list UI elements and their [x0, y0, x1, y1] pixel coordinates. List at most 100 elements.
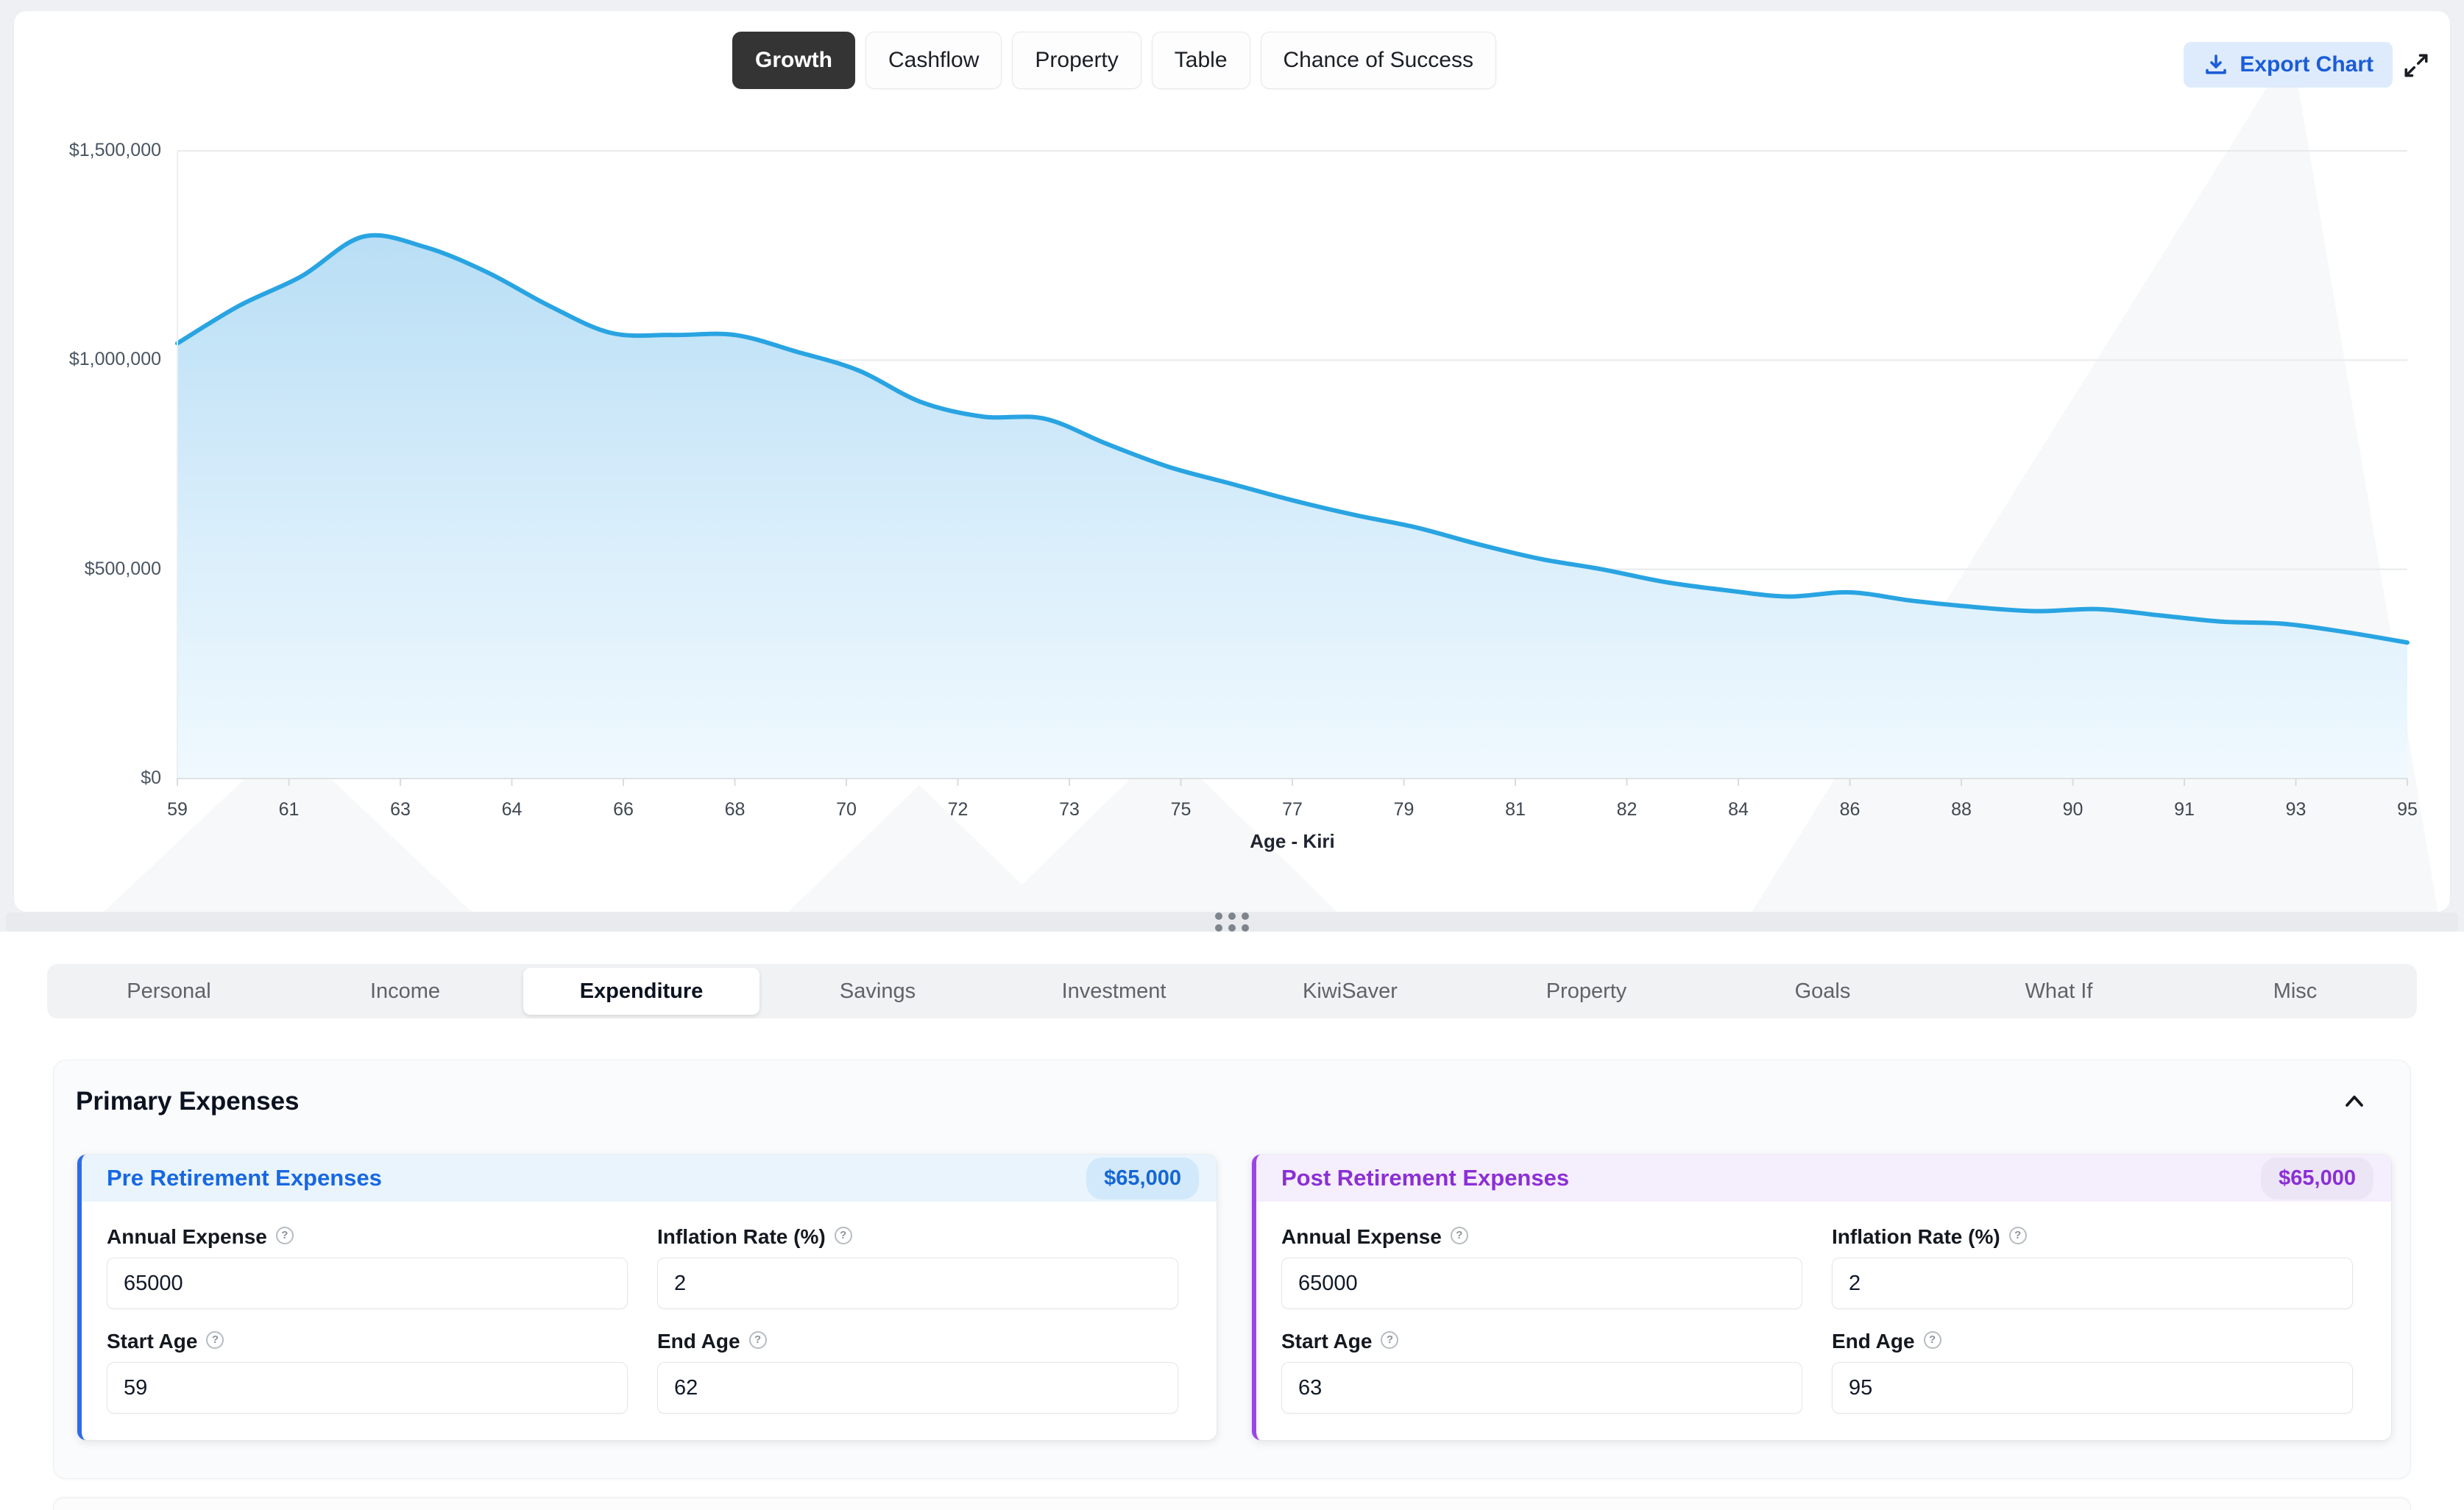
card-header: Post Retirement Expenses $65,000 [1256, 1155, 2391, 1202]
tab-table[interactable]: Table [1152, 32, 1250, 89]
field-inflation-rate: Inflation Rate (%) ? [657, 1225, 1178, 1309]
help-icon: ? [206, 1331, 224, 1349]
field-label: Annual Expense [1281, 1225, 1442, 1249]
annual-expense-input[interactable] [107, 1258, 628, 1309]
x-tick-label: 64 [483, 799, 542, 820]
end-age-input[interactable] [1832, 1362, 2353, 1414]
tab-expenditure[interactable]: Expenditure [523, 968, 760, 1015]
help-icon: ? [1381, 1331, 1398, 1349]
card-title: Post Retirement Expenses [1281, 1165, 1569, 1191]
collapse-section-button[interactable] [2340, 1087, 2369, 1116]
field-start-age: Start Age ? [107, 1330, 628, 1414]
help-icon: ? [1924, 1331, 1941, 1349]
inflation-rate-input[interactable] [657, 1258, 1178, 1309]
pre-retirement-expenses-card: Pre Retirement Expenses $65,000 Annual E… [77, 1155, 1217, 1440]
annual-expense-input[interactable] [1281, 1258, 1802, 1309]
chevron-up-icon [2340, 1087, 2369, 1116]
end-age-input[interactable] [657, 1362, 1178, 1414]
drag-dots-icon [1215, 912, 1249, 932]
post-retirement-expenses-card: Post Retirement Expenses $65,000 Annual … [1252, 1155, 2391, 1440]
x-tick-label: 88 [1932, 799, 1991, 820]
expand-chart-button[interactable] [2400, 49, 2432, 82]
field-label: Inflation Rate (%) [657, 1225, 826, 1249]
x-tick-label: 81 [1486, 799, 1545, 820]
tab-investment[interactable]: Investment [996, 968, 1232, 1015]
x-tick-label: 61 [260, 799, 319, 820]
field-end-age: End Age ? [657, 1330, 1178, 1414]
x-tick-label: 84 [1709, 799, 1768, 820]
help-icon: ? [2009, 1227, 2027, 1244]
x-tick-label: 82 [1598, 799, 1657, 820]
annual-total-badge: $65,000 [2261, 1158, 2373, 1199]
tab-income[interactable]: Income [287, 968, 523, 1015]
y-tick-label: $1,000,000 [14, 349, 161, 370]
y-tick-label: $0 [14, 768, 161, 789]
growth-chart-svg [14, 11, 2451, 912]
x-tick-label: 77 [1263, 799, 1322, 820]
app-root: $0 $500,000 $1,000,000 $1,500,000 59 61 63 64 6… [0, 0, 2464, 1510]
tab-personal[interactable]: Personal [51, 968, 287, 1015]
help-icon: ? [835, 1227, 852, 1244]
x-tick-label: 70 [817, 799, 876, 820]
start-age-input[interactable] [107, 1362, 628, 1414]
help-icon: ? [749, 1331, 767, 1349]
field-label: Annual Expense [107, 1225, 267, 1249]
field-annual-expense: Annual Expense ? [107, 1225, 628, 1309]
help-icon: ? [1451, 1227, 1468, 1244]
field-end-age: End Age ? [1832, 1330, 2353, 1414]
chart-view-tabs: Growth Cashflow Property Table Chance of… [14, 32, 2215, 89]
chart-panel: $0 $500,000 $1,000,000 $1,500,000 59 61 63 64 6… [13, 10, 2451, 912]
x-axis-title: Age - Kiri [177, 830, 2407, 853]
inflation-rate-input[interactable] [1832, 1258, 2353, 1309]
x-tick-label: 90 [2044, 799, 2103, 820]
field-inflation-rate: Inflation Rate (%) ? [1832, 1225, 2353, 1309]
x-tick-label: 91 [2155, 799, 2214, 820]
x-tick-label: 79 [1375, 799, 1434, 820]
panel-resize-handle[interactable] [6, 912, 2458, 932]
y-tick-label: $500,000 [14, 559, 161, 580]
card-fields: Annual Expense ? Inflation Rate (%) ? [82, 1202, 1217, 1414]
x-tick-label: 93 [2267, 799, 2326, 820]
editor-category-tabs: Personal Income Expenditure Savings Inve… [47, 964, 2417, 1018]
tab-growth[interactable]: Growth [732, 32, 855, 89]
tab-what-if[interactable]: What If [1941, 968, 2177, 1015]
annual-total-badge: $65,000 [1086, 1158, 1199, 1199]
expand-arrows-icon [2400, 49, 2432, 82]
x-tick-label: 73 [1040, 799, 1099, 820]
field-label: Inflation Rate (%) [1832, 1225, 2000, 1249]
editor-panel: Personal Income Expenditure Savings Inve… [0, 932, 2464, 1510]
tab-misc[interactable]: Misc [2177, 968, 2413, 1015]
tab-goals[interactable]: Goals [1704, 968, 1941, 1015]
x-tick-label: 95 [2378, 799, 2437, 820]
tab-cashflow[interactable]: Cashflow [865, 32, 1002, 89]
x-tick-label: 75 [1152, 799, 1211, 820]
field-annual-expense: Annual Expense ? [1281, 1225, 1802, 1309]
x-tick-label: 68 [706, 799, 765, 820]
x-tick-label: 66 [594, 799, 653, 820]
x-tick-label: 63 [371, 799, 430, 820]
card-header: Pre Retirement Expenses $65,000 [82, 1155, 1217, 1202]
field-label: End Age [1832, 1330, 1915, 1353]
tab-kiwisaver[interactable]: KiwiSaver [1232, 968, 1468, 1015]
help-icon: ? [276, 1227, 294, 1244]
y-tick-label: $1,500,000 [14, 140, 161, 161]
tab-property[interactable]: Property [1012, 32, 1141, 89]
x-tick-label: 72 [929, 799, 988, 820]
next-section-card-edge [53, 1497, 2411, 1510]
field-label: Start Age [1281, 1330, 1372, 1353]
section-title: Primary Expenses [76, 1087, 300, 1116]
card-title: Pre Retirement Expenses [107, 1165, 382, 1191]
x-tick-label: 86 [1821, 799, 1880, 820]
export-chart-label: Export Chart [2240, 52, 2373, 77]
export-chart-button[interactable]: Export Chart [2184, 42, 2393, 88]
tab-property[interactable]: Property [1468, 968, 1704, 1015]
tab-savings[interactable]: Savings [760, 968, 996, 1015]
start-age-input[interactable] [1281, 1362, 1802, 1414]
card-fields: Annual Expense ? Inflation Rate (%) ? [1256, 1202, 2391, 1414]
download-icon [2203, 52, 2229, 78]
tab-chance-of-success[interactable]: Chance of Success [1261, 32, 1496, 89]
growth-chart: $0 $500,000 $1,000,000 $1,500,000 59 61 63 64 6… [14, 11, 2450, 912]
primary-expenses-section: Primary Expenses Pre Retirement Expenses… [53, 1060, 2411, 1479]
x-tick-label: 59 [148, 799, 207, 820]
field-label: Start Age [107, 1330, 197, 1353]
